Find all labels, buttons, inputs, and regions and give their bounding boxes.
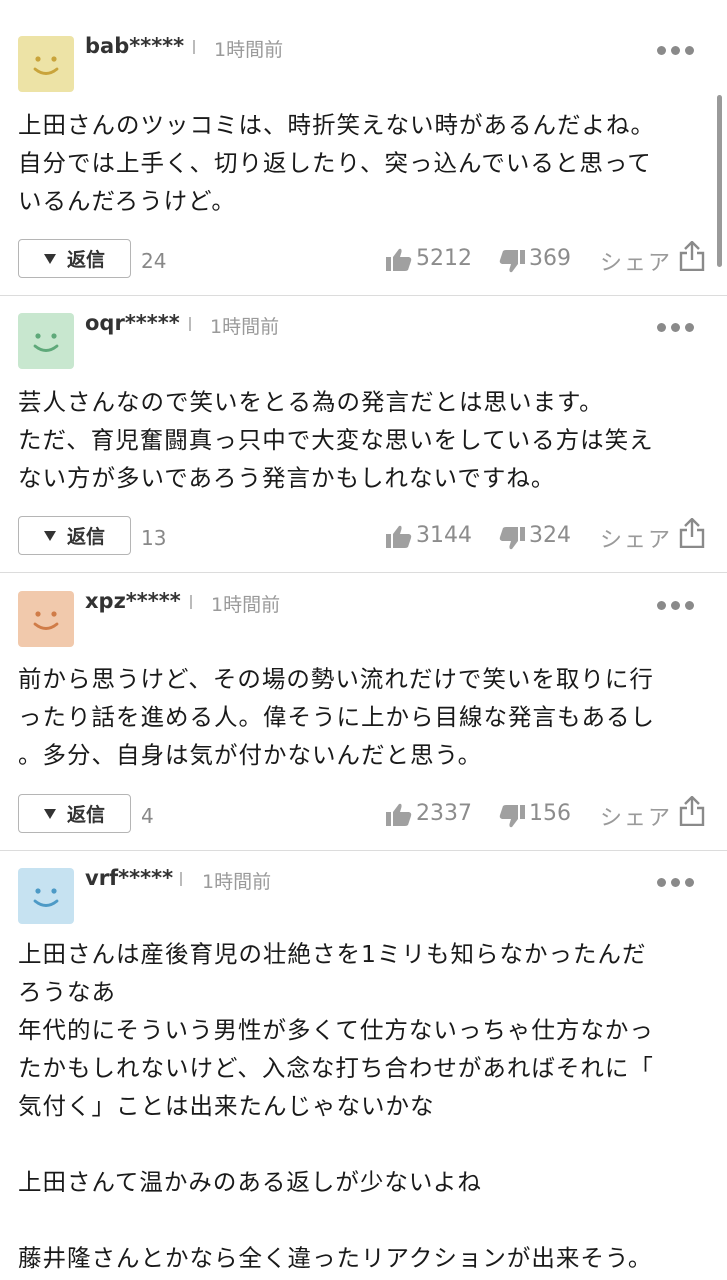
avatar[interactable] bbox=[18, 313, 74, 369]
thumbs-up-icon[interactable] bbox=[386, 248, 412, 272]
reply-count: 4 bbox=[141, 804, 154, 828]
separator bbox=[190, 595, 192, 609]
timestamp: 1時間前 bbox=[210, 316, 280, 338]
thumbs-down-icon[interactable] bbox=[499, 249, 525, 273]
more-options-icon[interactable] bbox=[657, 601, 695, 611]
share-label[interactable]: シェア bbox=[600, 800, 672, 832]
divider bbox=[0, 572, 727, 573]
separator bbox=[193, 40, 195, 54]
reply-count: 24 bbox=[141, 249, 167, 273]
share-icon[interactable] bbox=[679, 518, 705, 548]
caret-down-icon bbox=[44, 531, 56, 541]
share-label[interactable]: シェア bbox=[600, 522, 672, 554]
like-count: 3144 bbox=[416, 523, 472, 548]
like-count: 2337 bbox=[416, 801, 472, 826]
reply-label: 返信 bbox=[67, 526, 106, 548]
more-options-icon[interactable] bbox=[657, 323, 695, 333]
timestamp: 1時間前 bbox=[211, 594, 281, 616]
thumbs-down-icon[interactable] bbox=[499, 804, 525, 828]
smiley-face-icon bbox=[33, 333, 59, 352]
separator bbox=[180, 872, 182, 886]
avatar[interactable] bbox=[18, 868, 74, 924]
dislike-count: 369 bbox=[529, 246, 571, 271]
comment-text: 上田さんのツッコミは、時折笑えない時があるんだよね。 自分では上手く、切り返した… bbox=[18, 111, 655, 215]
reply-label: 返信 bbox=[67, 249, 106, 271]
more-options-icon[interactable] bbox=[657, 878, 695, 888]
avatar[interactable] bbox=[18, 591, 74, 647]
thumbs-down-icon[interactable] bbox=[499, 526, 525, 550]
share-icon[interactable] bbox=[679, 796, 705, 826]
smiley-face-icon bbox=[33, 888, 59, 907]
timestamp: 1時間前 bbox=[214, 39, 284, 61]
thumbs-up-icon[interactable] bbox=[386, 525, 412, 549]
username[interactable]: xpz***** bbox=[85, 589, 181, 613]
comment-text: 前から思うけど、その場の勢い流れだけで笑いを取りに行 ったり話を進める人。偉そう… bbox=[18, 665, 655, 769]
like-count: 5212 bbox=[416, 246, 472, 271]
timestamp: 1時間前 bbox=[202, 871, 272, 893]
more-options-icon[interactable] bbox=[657, 46, 695, 56]
dislike-count: 324 bbox=[529, 523, 571, 548]
reply-label: 返信 bbox=[67, 804, 106, 826]
separator bbox=[189, 317, 191, 331]
thumbs-up-icon[interactable] bbox=[386, 803, 412, 827]
dislike-count: 156 bbox=[529, 801, 571, 826]
username[interactable]: bab***** bbox=[85, 34, 184, 58]
caret-down-icon bbox=[44, 254, 56, 264]
smiley-face-icon bbox=[33, 56, 59, 75]
reply-button[interactable]: 返信 bbox=[18, 516, 131, 555]
reply-button[interactable]: 返信 bbox=[18, 239, 131, 278]
username[interactable]: oqr***** bbox=[85, 311, 180, 335]
smiley-face-icon bbox=[33, 611, 59, 630]
caret-down-icon bbox=[44, 809, 56, 819]
reply-button[interactable]: 返信 bbox=[18, 794, 131, 833]
avatar[interactable] bbox=[18, 36, 74, 92]
share-icon[interactable] bbox=[679, 241, 705, 271]
reply-count: 13 bbox=[141, 526, 167, 550]
comment-text: 芸人さんなので笑いをとる為の発言だとは思います。 ただ、育児奮闘真っ只中で大変な… bbox=[18, 388, 654, 492]
share-label[interactable]: シェア bbox=[600, 245, 672, 277]
scrollbar[interactable] bbox=[717, 95, 722, 267]
username[interactable]: vrf***** bbox=[85, 866, 173, 890]
divider bbox=[0, 850, 727, 851]
comment-text: 上田さんは産後育児の壮絶さを1ミリも知らなかったんだ ろうなあ 年代的にそういう… bbox=[18, 940, 654, 1272]
divider bbox=[0, 295, 727, 296]
